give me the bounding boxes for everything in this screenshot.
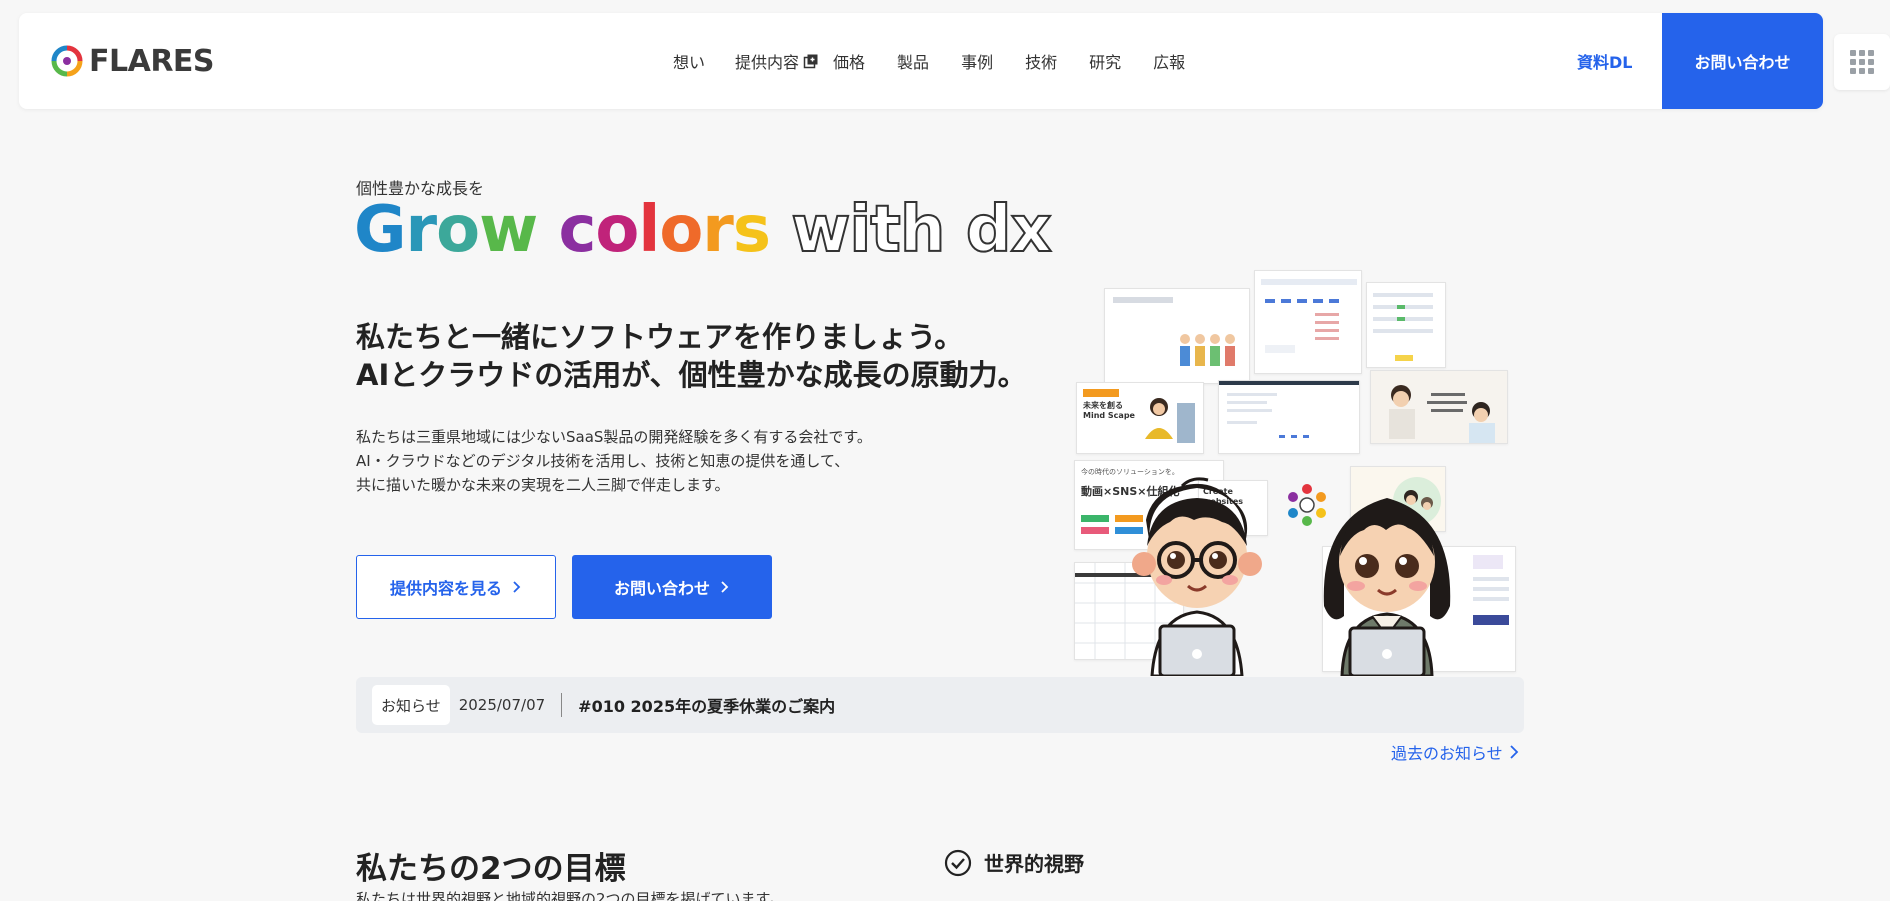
chevron-right-icon xyxy=(513,581,521,593)
nav-item-products[interactable]: 製品 xyxy=(897,49,929,73)
past-news-link[interactable]: 過去のお知らせ xyxy=(1391,740,1519,764)
screenshot-card xyxy=(1254,270,1362,374)
check-circle-icon xyxy=(944,849,972,876)
hero-description-line1: 私たちは三重県地域には少ないSaaS製品の開発経験を多く有する会社です。 xyxy=(356,428,872,446)
main-nav: 想い 提供内容 価格 製品 事例 技術 研究 広報 xyxy=(673,13,1217,109)
hero-heading-line1: 私たちと一緒にソフトウェアを作りましょう。 xyxy=(356,320,964,354)
hero-description: 私たちは三重県地域には少ないSaaS製品の開発経験を多く有する会社です。 AI・… xyxy=(356,425,872,497)
goals-description: 私たちは世界的視野と地域的視野の2つの目標を掲げています。 xyxy=(356,890,785,901)
hero-title: Grow colors with dx xyxy=(354,192,1053,268)
apps-menu-button[interactable] xyxy=(1834,34,1890,90)
chevron-right-icon xyxy=(1510,745,1518,759)
nav-item-vision[interactable]: 想い xyxy=(673,49,705,73)
hero-title-word: with dx xyxy=(790,192,1053,268)
screenshot-card xyxy=(1218,380,1360,454)
logo[interactable]: FLARES xyxy=(51,43,215,79)
hero-contact-button[interactable]: お問い合わせ xyxy=(572,555,772,619)
news-divider xyxy=(561,693,563,717)
nav-item-services-label: 提供内容 xyxy=(735,53,800,72)
external-link-icon xyxy=(803,53,819,69)
screenshot-card: 未来を創る Mind Scape xyxy=(1076,382,1204,454)
flares-logo-icon xyxy=(51,45,83,77)
view-services-label: 提供内容を見る xyxy=(389,579,502,598)
boy-character-illustration xyxy=(1132,477,1262,676)
screenshot-card xyxy=(1370,370,1508,444)
goal-global-vision: 世界的視野 xyxy=(944,848,1084,877)
news-bar: お知らせ 2025/07/07 #010 2025年の夏季休業のご案内 xyxy=(356,677,1524,733)
nav-item-cases[interactable]: 事例 xyxy=(961,49,993,73)
screenshot-card xyxy=(1104,288,1250,384)
nav-item-pricing[interactable]: 価格 xyxy=(833,49,865,73)
hero-contact-label: お問い合わせ xyxy=(613,579,710,598)
view-services-button[interactable]: 提供内容を見る xyxy=(356,555,556,619)
hero-title-word: Grow xyxy=(354,193,538,267)
grid-menu-icon xyxy=(1850,50,1874,74)
girl-character-illustration xyxy=(1323,498,1451,676)
news-title-link[interactable]: #010 2025年の夏季休業のご案内 xyxy=(578,693,835,717)
news-date: 2025/07/07 xyxy=(458,696,546,714)
nav-item-pr[interactable]: 広報 xyxy=(1153,49,1185,73)
nav-item-services[interactable]: 提供内容 xyxy=(735,49,819,73)
past-news-label: 過去のお知らせ xyxy=(1391,744,1503,763)
document-download-link[interactable]: 資料DL xyxy=(1577,13,1632,109)
nav-item-technology[interactable]: 技術 xyxy=(1025,49,1057,73)
news-badge: お知らせ xyxy=(372,685,450,725)
hero-description-line2: AI・クラウドなどのデジタル技術を活用し、技術と知恵の提供を通して、 xyxy=(356,452,850,470)
logo-text: FLARES xyxy=(89,43,215,79)
nav-item-research[interactable]: 研究 xyxy=(1089,49,1121,73)
chevron-right-icon xyxy=(721,581,729,593)
hero-heading-line2: AIとクラウドの活用が、個性豊かな成長の原動力。 xyxy=(356,358,1027,392)
hero-title-word: colors xyxy=(558,193,770,267)
hero-title-words: Grow colors with dx xyxy=(354,192,1053,268)
goal-global-vision-label: 世界的視野 xyxy=(984,852,1084,876)
screenshot-card xyxy=(1366,282,1446,368)
hero-description-line3: 共に描いた暖かな未来の実現を二人三脚で伴走します。 xyxy=(356,476,730,494)
hero-illustration: 未来を創る Mind Scape 今の時代のソリューションを。 動画×SNS×仕… xyxy=(1074,270,1519,676)
header-contact-button[interactable]: お問い合わせ xyxy=(1662,13,1823,109)
site-header: FLARES 想い 提供内容 価格 製品 事例 技術 研究 広報 資料DL お問… xyxy=(19,13,1823,109)
hero-heading: 私たちと一緒にソフトウェアを作りましょう。 AIとクラウドの活用が、個性豊かな成… xyxy=(356,318,1027,394)
goals-title: 私たちの2つの目標 xyxy=(356,851,626,887)
